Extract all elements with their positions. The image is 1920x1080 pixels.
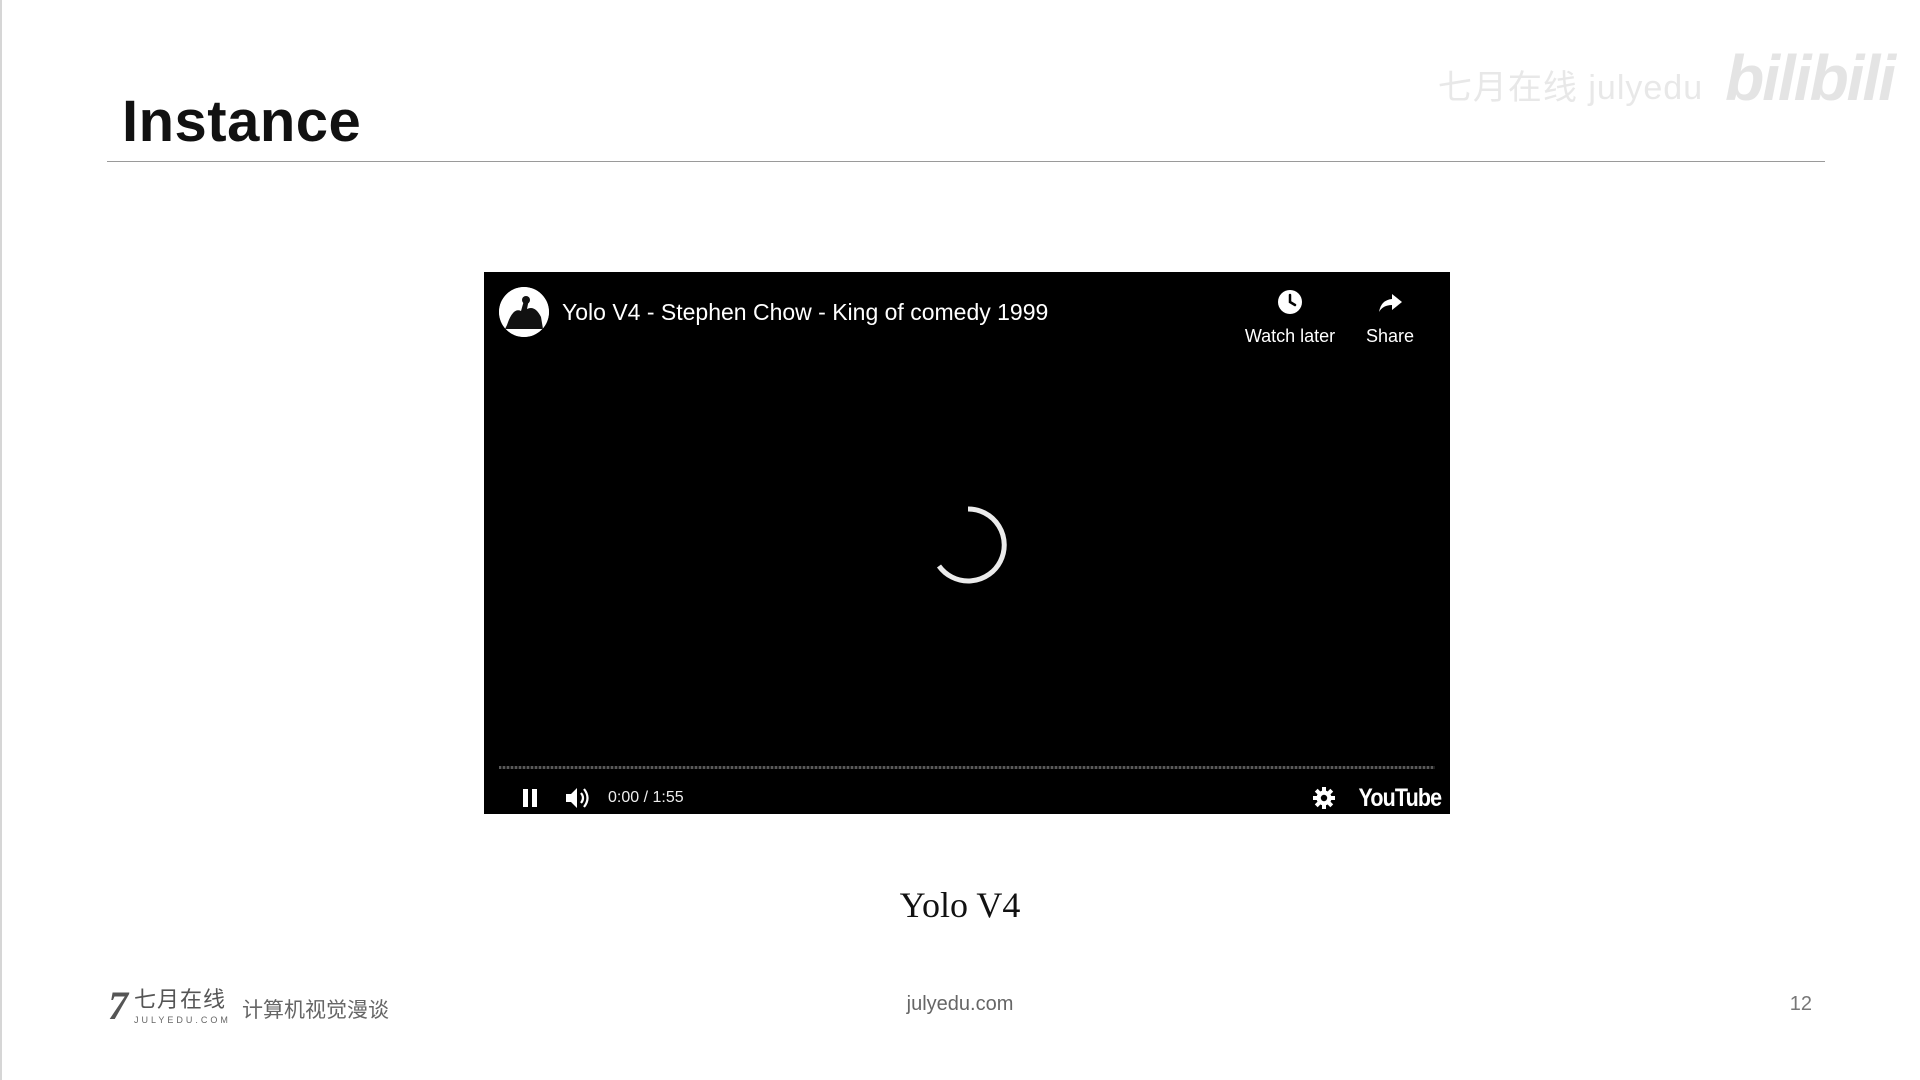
watch-later-button[interactable]: Watch later (1235, 286, 1345, 347)
title-divider (107, 161, 1825, 162)
page-number: 12 (1789, 993, 1812, 1015)
footer-url: julyedu.com (906, 993, 1014, 1015)
volume-icon (566, 788, 589, 808)
slide-title: Instance (122, 89, 362, 154)
time-display: 0:00 / 1:55 (608, 789, 684, 806)
pause-button[interactable] (512, 780, 548, 814)
bilibili-logo: bilibili (1725, 42, 1896, 114)
pause-icon (523, 789, 537, 807)
watermark: 七月在线 julyedu bilibili (1437, 42, 1896, 114)
video-player[interactable]: Yolo V4 - Stephen Chow - King of comedy … (484, 272, 1450, 814)
volume-button[interactable] (560, 780, 596, 814)
progress-bar[interactable] (499, 766, 1435, 769)
channel-avatar[interactable] (499, 287, 549, 337)
gear-icon (1313, 787, 1335, 809)
video-caption: Yolo V4 (899, 885, 1021, 925)
share-label: Share (1365, 326, 1415, 346)
watch-later-label: Watch later (1244, 326, 1336, 346)
watermark-text: 七月在线 julyedu (1437, 69, 1704, 107)
video-title[interactable]: Yolo V4 - Stephen Chow - King of comedy … (562, 299, 1048, 326)
clock-icon (1278, 290, 1302, 314)
share-button[interactable]: Share (1335, 286, 1445, 347)
loading-spinner-icon (936, 506, 1007, 584)
youtube-logo[interactable]: YouTube (1358, 780, 1442, 814)
settings-button[interactable] (1306, 780, 1342, 814)
share-arrow-icon (1379, 294, 1402, 312)
